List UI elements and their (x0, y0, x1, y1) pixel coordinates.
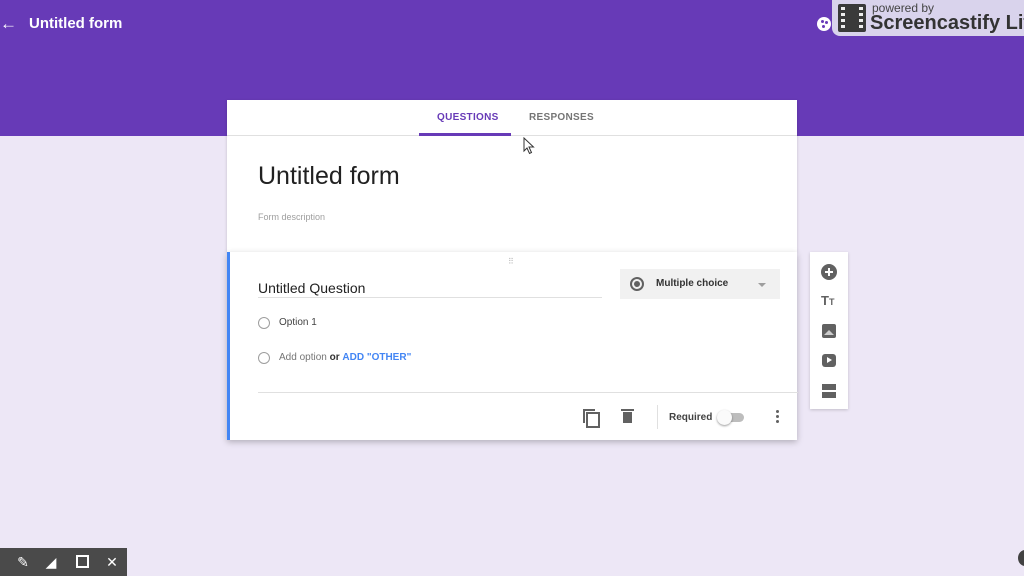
screencastify-name: Screencastify Lit (870, 12, 1024, 34)
tab-responses[interactable]: RESPONSES (529, 112, 594, 123)
more-vert-icon[interactable] (776, 410, 780, 424)
question-type-dropdown[interactable]: Multiple choice (620, 269, 780, 299)
form-description-input[interactable]: Form description (258, 212, 325, 222)
option-radio-icon (258, 317, 270, 329)
drag-handle-icon[interactable]: ⠿ (508, 257, 515, 266)
section-icon[interactable] (822, 384, 836, 398)
add-other-button[interactable]: ADD "OTHER" (342, 352, 411, 363)
back-arrow-icon[interactable]: ← (0, 12, 17, 36)
rectangle-icon[interactable] (73, 553, 91, 571)
palette-icon[interactable] (817, 17, 831, 31)
tab-questions[interactable]: QUESTIONS (437, 112, 499, 123)
film-icon (838, 4, 866, 32)
toggle-knob (717, 410, 732, 425)
option-radio-icon (258, 352, 270, 364)
form-title-input[interactable]: Untitled form (258, 162, 400, 191)
form-header-card: QUESTIONS RESPONSES Untitled form Form d… (227, 100, 797, 252)
active-tab-indicator (419, 133, 511, 136)
drawing-toolbar: ✎ ◢ ✕ (0, 548, 127, 576)
duplicate-icon[interactable] (583, 409, 600, 428)
video-icon[interactable] (822, 354, 836, 367)
required-toggle[interactable] (717, 410, 744, 425)
image-icon[interactable] (822, 324, 836, 338)
or-label: or (329, 352, 340, 363)
add-circle-icon[interactable] (821, 264, 837, 280)
app-title: Untitled form (29, 15, 123, 32)
add-option-line: Add option or ADD "OTHER" (279, 352, 411, 363)
footer-separator (657, 405, 658, 429)
add-option-button[interactable]: Add option (279, 352, 327, 363)
tab-bar: QUESTIONS RESPONSES (227, 100, 797, 136)
mouse-cursor-icon (523, 137, 535, 155)
screencastify-badge: powered by Screencastify Lit (832, 0, 1024, 36)
chevron-down-icon (758, 283, 766, 287)
close-icon[interactable]: ✕ (103, 553, 121, 571)
pen-icon[interactable]: ✎ (14, 553, 32, 571)
delete-icon[interactable] (621, 409, 634, 423)
question-card[interactable]: ⠿ Untitled Question Multiple choice Opti… (227, 252, 798, 440)
side-toolbar: TT (810, 252, 848, 409)
title-icon[interactable]: TT (821, 293, 837, 309)
question-type-label: Multiple choice (656, 278, 729, 289)
radio-button-icon (630, 277, 644, 291)
required-label: Required (669, 412, 713, 423)
footer-divider (258, 392, 798, 393)
eraser-icon[interactable]: ◢ (42, 553, 60, 571)
question-title-input[interactable]: Untitled Question (258, 280, 602, 298)
recorder-camera-bubble[interactable] (1018, 550, 1024, 566)
option-label-input[interactable]: Option 1 (279, 317, 317, 328)
